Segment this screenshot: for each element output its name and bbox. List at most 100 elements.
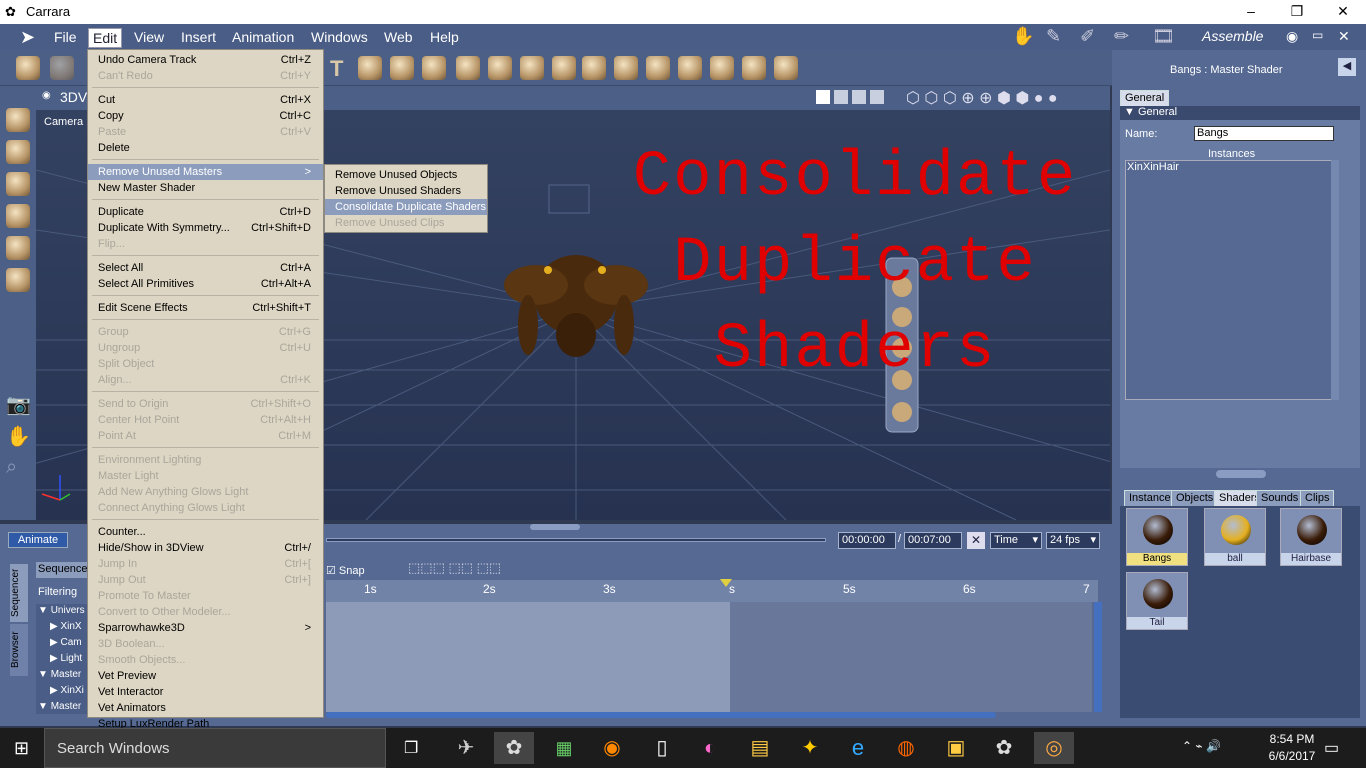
edge-task-icon[interactable]: e [838, 732, 878, 764]
close-button[interactable]: ✕ [1320, 0, 1366, 24]
expand-triangle-icon[interactable]: ▶ [50, 637, 60, 648]
file-explorer-task-icon[interactable]: ▤ [740, 732, 780, 764]
edit-menu-item[interactable]: Vet Animators [88, 700, 323, 716]
figure-app-task-icon[interactable]: ✦ [790, 732, 830, 764]
app-orange-task-icon[interactable]: ◉ [592, 732, 632, 764]
submenu-item[interactable]: Consolidate Duplicate Shaders [325, 199, 487, 215]
view-tab[interactable]: 3DV [60, 89, 87, 105]
figure-tool-icon[interactable] [710, 56, 734, 80]
edit-menu-item[interactable]: Vet Preview [88, 668, 323, 684]
spline-tool-icon[interactable] [358, 56, 382, 80]
tab-sounds[interactable]: Sounds [1256, 490, 1304, 506]
menu-file[interactable]: File [50, 28, 81, 48]
notepad-task-icon[interactable]: ▯ [642, 732, 682, 764]
bone-tool-icon[interactable] [774, 56, 798, 80]
app-icon[interactable]: ➤ [20, 27, 44, 47]
curve-tools-icon[interactable]: ⬚⬚⬚ ⬚⬚ ⬚⬚ [408, 560, 501, 576]
layout-single-icon[interactable] [816, 90, 830, 104]
shader-thumb[interactable]: ball [1204, 508, 1266, 566]
close-room-icon[interactable]: ✕ [1338, 28, 1350, 45]
instances-scrollbar[interactable] [1331, 160, 1339, 400]
track-row[interactable]: ▶ XinX [50, 621, 88, 635]
collapse-panel-icon[interactable]: ◀ [1338, 58, 1356, 76]
panel-split-handle[interactable] [1216, 470, 1266, 478]
expand-triangle-icon[interactable]: ▼ [38, 701, 51, 712]
room-storyboard-icon[interactable]: ✏ [1114, 26, 1142, 48]
edit-menu-item[interactable]: Duplicate With Symmetry... Ctrl+Shift+D [88, 220, 323, 236]
edit-menu-item[interactable]: Select All Ctrl+A [88, 260, 323, 276]
name-field[interactable]: Bangs [1194, 126, 1334, 141]
fire-tool-icon[interactable] [488, 56, 512, 80]
text-tool-icon[interactable]: T [330, 56, 350, 81]
camera-label[interactable]: Camera 1 [44, 116, 92, 128]
tab-clips[interactable]: Clips [1300, 490, 1335, 506]
fps-select[interactable]: 24 fps ▾ [1046, 532, 1100, 549]
pointer-tool-icon[interactable] [6, 108, 30, 132]
rotate-tool-icon[interactable] [6, 172, 30, 196]
link-tool-icon[interactable] [6, 268, 30, 292]
submenu-item[interactable]: Remove Unused Objects [325, 167, 487, 183]
pan-hand-icon[interactable]: ✋ [6, 424, 31, 449]
room-hand-icon[interactable]: ✋ [1012, 26, 1040, 48]
edit-menu-item[interactable]: Cut Ctrl+X [88, 92, 323, 108]
expand-triangle-icon[interactable]: ▶ [50, 653, 60, 664]
eyedropper-tool-icon[interactable] [6, 236, 30, 260]
time-ruler[interactable] [326, 580, 1098, 602]
light-tool-icon[interactable] [646, 56, 670, 80]
edit-menu-item[interactable]: Remove Unused Masters > [88, 164, 323, 180]
edit-menu-item[interactable]: Duplicate Ctrl+D [88, 204, 323, 220]
edit-menu-item[interactable]: Delete [88, 140, 323, 156]
track-row[interactable]: ▼ Master [38, 701, 88, 713]
restore-button[interactable]: ❐ [1274, 0, 1320, 24]
target-tool-icon[interactable] [742, 56, 766, 80]
edit-menu-item[interactable]: New Master Shader [88, 180, 323, 196]
minimize-button[interactable]: – [1228, 0, 1274, 24]
timeline-hscroll[interactable] [326, 712, 996, 718]
menu-edit[interactable]: Edit [88, 28, 123, 48]
tab-objects[interactable]: Objects [1171, 490, 1219, 506]
expand-triangle-icon[interactable]: ▶ [50, 685, 60, 696]
edit-menu-item[interactable]: Counter... [88, 524, 323, 540]
track-area-active[interactable] [326, 602, 730, 712]
eye-icon[interactable]: ◉ [1286, 28, 1298, 45]
expand-triangle-icon[interactable]: ▼ [38, 669, 51, 680]
list-item[interactable]: XinXinHair [1127, 161, 1336, 173]
color-picker-task-icon[interactable]: ◐ [690, 732, 730, 764]
gear-object-icon[interactable] [582, 56, 606, 80]
playhead-marker[interactable] [720, 579, 732, 587]
carrara-task-icon[interactable]: ✿ [494, 732, 534, 764]
shading-modes-icon[interactable]: ⬡ ⬡ ⬡ ⊕ ⊕ ⬢ ⬢ ● ● [906, 88, 1058, 108]
room-vertex-icon[interactable]: ✐ [1080, 26, 1108, 48]
tab-sequencer-side[interactable]: Sequencer [10, 564, 28, 622]
room-shape-icon[interactable]: ✎ [1046, 26, 1074, 48]
expand-triangle-icon[interactable]: ▶ [50, 621, 60, 632]
timeline-split-handle[interactable] [530, 524, 580, 530]
submenu-item[interactable]: Remove Unused Shaders [325, 183, 487, 199]
snap-checkbox[interactable]: ☑ Snap [326, 564, 365, 577]
time-mode-select[interactable]: Time ▾ [990, 532, 1042, 549]
capture-task-icon[interactable]: ◎ [1034, 732, 1074, 764]
clock-date[interactable]: 6/6/2017 [1260, 749, 1324, 763]
edit-menu-item[interactable]: Copy Ctrl+C [88, 108, 323, 124]
track-row[interactable]: ▶ Cam [50, 637, 88, 651]
collapse-triangle-icon[interactable]: ▼ [1124, 106, 1135, 118]
task-view-icon[interactable]: ❐ [404, 738, 418, 758]
tab-instance[interactable]: Instance [1124, 490, 1176, 506]
track-area-inactive[interactable] [730, 602, 1092, 712]
menu-view[interactable]: View [130, 28, 168, 48]
search-box[interactable]: Search Windows [44, 728, 386, 768]
grab-tool-icon[interactable] [50, 56, 74, 80]
shader-thumb[interactable]: Bangs [1126, 508, 1188, 566]
sequencer-button[interactable]: Sequencer [36, 562, 91, 578]
reset-time-icon[interactable]: ✕ [967, 532, 985, 549]
view-radio-icon[interactable]: ◉ [42, 90, 51, 101]
notifications-icon[interactable]: ▭ [1324, 738, 1339, 758]
expand-triangle-icon[interactable]: ▼ [38, 605, 51, 616]
end-time-field[interactable]: 00:07:00 [904, 532, 962, 549]
carrara-alt-task-icon[interactable]: ✿ [984, 732, 1024, 764]
edit-menu-item[interactable]: Undo Camera Track Ctrl+Z [88, 52, 323, 68]
window-mode-icon[interactable]: ▭ [1312, 28, 1323, 42]
app-icon-1[interactable]: ✈ [446, 732, 486, 764]
clock-time[interactable]: 8:54 PM [1260, 732, 1324, 746]
scale-tool-icon[interactable] [6, 204, 30, 228]
